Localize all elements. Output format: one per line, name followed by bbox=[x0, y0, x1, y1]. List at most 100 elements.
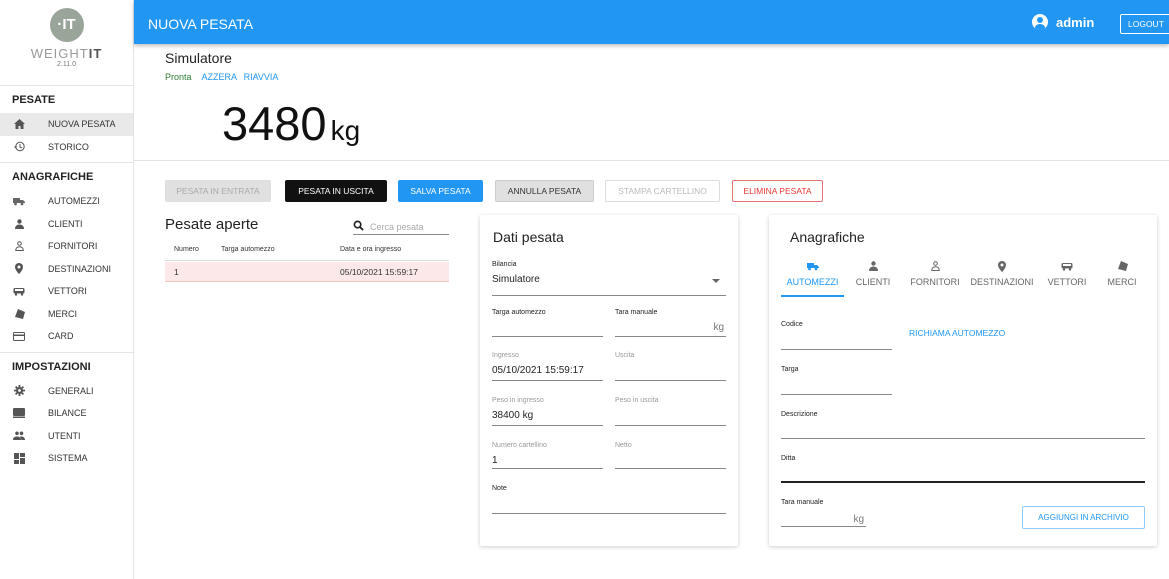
person-icon bbox=[853, 260, 893, 272]
history-icon bbox=[13, 141, 25, 153]
plate-field[interactable]: Targa automezzo bbox=[492, 309, 603, 339]
logo-text: WEIGHTIT bbox=[30, 46, 103, 61]
exit-time-field: Uscita bbox=[615, 352, 726, 382]
sidebar-item-label: SISTEMA bbox=[48, 453, 88, 464]
restart-link[interactable]: RIAVVIA bbox=[244, 72, 279, 82]
scale-select[interactable]: Bilancia Simulatore bbox=[492, 261, 726, 296]
sidebar-section-title: ANAGRAFICHE bbox=[12, 171, 94, 183]
sidebar-item-label: MERCI bbox=[48, 308, 77, 319]
scale-icon bbox=[13, 407, 25, 419]
table-header: Numero Targa automezzo Data e ora ingres… bbox=[165, 241, 449, 261]
map-pin-icon bbox=[13, 263, 25, 275]
person-outline-icon bbox=[13, 240, 25, 252]
registry-card: Anagrafiche AUTOMEZZI CLIENTI FORNITORI … bbox=[769, 215, 1157, 546]
weight-unit: kg bbox=[330, 115, 361, 146]
sidebar-item-automezzi[interactable]: AUTOMEZZI bbox=[0, 190, 133, 213]
top-bar: NUOVA PESATA admin LOGOUT bbox=[134, 0, 1169, 44]
table-row[interactable]: 1 05/10/2021 15:59:17 bbox=[165, 262, 449, 282]
manual-tare-field[interactable]: Tara manuale kg bbox=[781, 499, 866, 529]
tab-destinazioni[interactable]: DESTINAZIONI bbox=[969, 260, 1035, 287]
sidebar-item-bilance[interactable]: BILANCE bbox=[0, 402, 133, 425]
sidebar-item-label: CARD bbox=[48, 331, 74, 342]
divider bbox=[134, 160, 1169, 161]
code-field[interactable]: Codice bbox=[781, 321, 892, 351]
user-menu[interactable]: admin bbox=[1032, 14, 1094, 30]
weigh-out-button[interactable]: PESATA IN USCITA bbox=[285, 180, 387, 202]
card-title: Anagrafiche bbox=[790, 229, 865, 245]
person-icon bbox=[13, 218, 25, 230]
reset-link[interactable]: AZZERA bbox=[202, 72, 238, 82]
truck-icon bbox=[13, 195, 25, 207]
plate-field[interactable]: Targa bbox=[781, 366, 892, 396]
search-icon bbox=[353, 220, 364, 234]
entry-time-field: Ingresso 05/10/2021 15:59:17 bbox=[492, 352, 603, 382]
weight-in-field: Peso in ingresso 38400 kg bbox=[492, 397, 603, 427]
users-icon bbox=[13, 430, 25, 442]
company-field[interactable]: Ditta bbox=[781, 455, 1145, 485]
open-weighings-title: Pesate aperte bbox=[165, 216, 259, 233]
tab-merci[interactable]: MERCI bbox=[1097, 260, 1147, 287]
delete-weighing-button[interactable]: ELIMINA PESATA bbox=[732, 180, 823, 202]
save-weighing-button[interactable]: SALVA PESATA bbox=[398, 180, 483, 202]
tab-vettori[interactable]: VETTORI bbox=[1045, 260, 1089, 287]
logo: ·IT WEIGHTIT 2.11.0 bbox=[0, 0, 133, 86]
sidebar-item-destinazioni[interactable]: DESTINAZIONI bbox=[0, 258, 133, 281]
home-icon bbox=[13, 118, 25, 130]
tab-clienti[interactable]: CLIENTI bbox=[853, 260, 893, 287]
net-field: Netto bbox=[615, 442, 726, 472]
sidebar-item-merci[interactable]: MERCI bbox=[0, 303, 133, 326]
truck-icon bbox=[781, 260, 844, 272]
ticket-number-field[interactable]: Numero cartellino 1 bbox=[492, 442, 603, 472]
dashboard-icon bbox=[13, 452, 25, 464]
notes-field[interactable]: Note bbox=[492, 485, 726, 515]
credit-card-icon bbox=[13, 330, 25, 342]
cell-data: 05/10/2021 15:59:17 bbox=[340, 267, 418, 277]
logout-button[interactable]: LOGOUT bbox=[1120, 14, 1169, 34]
goods-icon bbox=[13, 308, 25, 320]
page-title: NUOVA PESATA bbox=[148, 16, 254, 32]
sidebar-item-label: UTENTI bbox=[48, 430, 81, 441]
print-ticket-button[interactable]: STAMPA CARTELLINO bbox=[605, 180, 720, 202]
sidebar-item-label: NUOVA PESATA bbox=[48, 119, 116, 130]
scale-name: Simulatore bbox=[165, 50, 232, 66]
tab-automezzi[interactable]: AUTOMEZZI bbox=[781, 260, 844, 287]
sidebar-item-label: AUTOMEZZI bbox=[48, 196, 100, 207]
weight-value: 3480 bbox=[222, 97, 327, 150]
sidebar-item-nuova-pesata[interactable]: NUOVA PESATA bbox=[0, 113, 133, 136]
weighing-data-card: Dati pesata Bilancia Simulatore Targa au… bbox=[480, 215, 738, 546]
card-title: Dati pesata bbox=[493, 229, 564, 245]
sidebar-item-fornitori[interactable]: FORNITORI bbox=[0, 235, 133, 258]
active-tab-indicator bbox=[781, 295, 844, 297]
sidebar-section-title: IMPOSTAZIONI bbox=[12, 360, 91, 373]
sidebar-section-title: PESATE bbox=[12, 94, 56, 106]
search-box bbox=[353, 219, 449, 235]
add-to-archive-button[interactable]: AGGIUNGI IN ARCHIVIO bbox=[1022, 506, 1145, 529]
sidebar-item-card[interactable]: CARD bbox=[0, 325, 133, 348]
sidebar-item-label: FORNITORI bbox=[48, 241, 98, 252]
sidebar-item-generali[interactable]: GENERALI bbox=[0, 380, 133, 403]
sidebar-item-utenti[interactable]: UTENTI bbox=[0, 425, 133, 448]
sidebar-item-label: GENERALI bbox=[48, 385, 94, 396]
description-field[interactable]: Descrizione bbox=[781, 411, 1145, 441]
manual-tare-field[interactable]: Tara manuale kg bbox=[615, 309, 726, 339]
sidebar-item-label: VETTORI bbox=[48, 286, 87, 297]
sidebar-item-storico[interactable]: STORICO bbox=[0, 136, 133, 159]
cancel-weighing-button[interactable]: ANNULLA PESATA bbox=[495, 180, 594, 202]
sidebar-item-clienti[interactable]: CLIENTI bbox=[0, 213, 133, 236]
scale-select-value: Simulatore bbox=[492, 274, 540, 285]
weigh-in-button[interactable]: PESATA IN ENTRATA bbox=[165, 180, 271, 202]
recall-vehicle-button[interactable]: RICHIAMA AUTOMEZZO bbox=[909, 328, 1005, 338]
sidebar-item-sistema[interactable]: SISTEMA bbox=[0, 447, 133, 470]
sidebar: ·IT WEIGHTIT 2.11.0 PESATE NUOVA PESATA ST… bbox=[0, 0, 134, 579]
person-outline-icon bbox=[903, 260, 967, 272]
sidebar-item-vettori[interactable]: VETTORI bbox=[0, 280, 133, 303]
scale-panel: Simulatore Pronta AZZERA RIAVVIA bbox=[165, 50, 282, 82]
tab-fornitori[interactable]: FORNITORI bbox=[903, 260, 967, 287]
col-targa: Targa automezzo bbox=[221, 246, 275, 253]
sidebar-item-label: DESTINAZIONI bbox=[48, 263, 112, 274]
search-input[interactable] bbox=[370, 221, 446, 232]
sidebar-item-label: BILANCE bbox=[48, 408, 87, 419]
col-data: Data e ora ingresso bbox=[340, 246, 402, 253]
bus-icon bbox=[1045, 260, 1089, 272]
cell-numero: 1 bbox=[174, 267, 179, 277]
